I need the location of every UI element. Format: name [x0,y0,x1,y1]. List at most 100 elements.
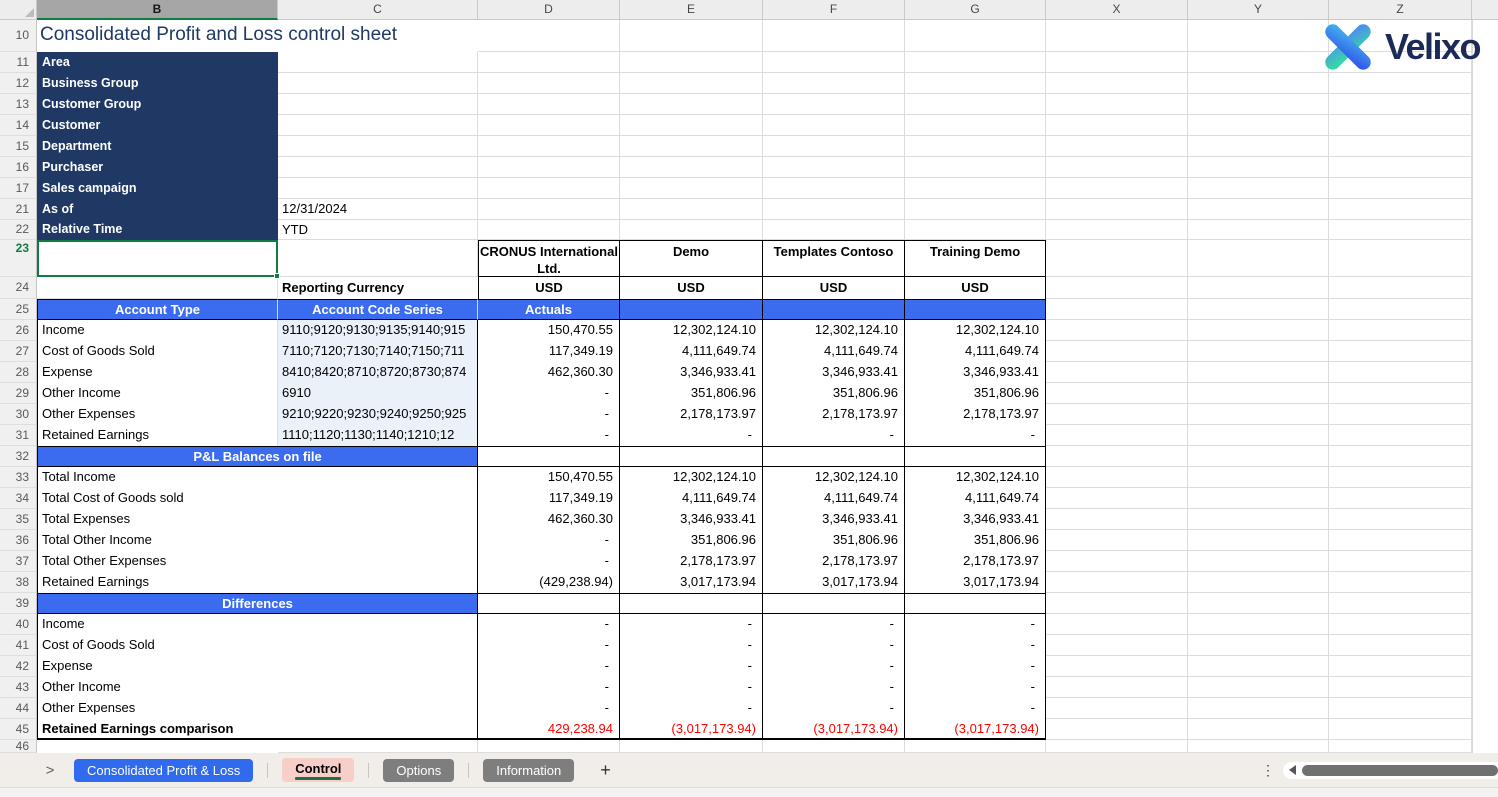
cell-empty[interactable] [763,20,905,52]
cell-empty[interactable] [1188,572,1329,593]
horizontal-scrollbar[interactable] [1283,762,1498,779]
cell-empty[interactable] [278,240,478,277]
account-type-cell[interactable]: Expense [37,362,278,383]
account-type-cell[interactable]: Income [37,320,278,341]
value-cell[interactable]: 3,346,933.41 [763,509,905,530]
value-cell[interactable]: 462,360.30 [478,509,620,530]
row-header-45[interactable]: 45 [0,719,37,740]
value-cell[interactable]: - [620,656,763,677]
cell-empty[interactable] [763,740,905,753]
cell-empty[interactable] [1046,157,1188,178]
cell-empty[interactable] [905,115,1046,136]
cell-empty[interactable] [478,178,620,199]
cell-empty[interactable] [620,94,763,115]
value-cell[interactable]: - [478,404,620,425]
row-header-27[interactable]: 27 [0,341,37,362]
cell-empty[interactable] [1188,614,1329,635]
cell-empty[interactable] [1329,446,1472,467]
cell-empty[interactable] [1046,572,1188,593]
value-cell[interactable]: 12,302,124.10 [620,320,763,341]
filter-cell-business-group[interactable]: Business Group [37,73,278,94]
difference-label-cell[interactable]: Other Expenses [37,698,478,719]
cell-empty[interactable] [1046,240,1188,277]
select-all-corner[interactable] [0,0,37,20]
value-cell[interactable]: 2,178,173.97 [763,404,905,425]
column-header-X[interactable]: X [1046,0,1188,20]
cell-empty[interactable] [1046,530,1188,551]
value-cell[interactable]: 351,806.96 [620,383,763,404]
currency-cell-templates-contoso[interactable]: USD [763,277,905,299]
cell-empty[interactable] [278,740,478,753]
cell-empty[interactable] [1188,656,1329,677]
value-cell[interactable]: 3,346,933.41 [905,362,1046,383]
value-cell[interactable]: - [763,698,905,719]
cell-empty[interactable] [1188,488,1329,509]
cell-empty[interactable] [905,157,1046,178]
cell-empty[interactable] [1329,240,1472,277]
value-cell[interactable]: 2,178,173.97 [620,551,763,572]
cell-empty[interactable] [278,52,478,73]
value-cell[interactable]: - [763,635,905,656]
value-cell[interactable]: - [478,635,620,656]
value-cell[interactable]: - [905,425,1046,446]
value-cell[interactable]: 12,302,124.10 [620,467,763,488]
cell-empty[interactable] [905,136,1046,157]
row-header-28[interactable]: 28 [0,362,37,383]
account-type-cell[interactable]: Cost of Goods Sold [37,341,278,362]
value-cell[interactable]: 2,178,173.97 [763,551,905,572]
param-value-as-of[interactable]: 12/31/2024 [278,199,478,220]
cell-empty[interactable] [1046,136,1188,157]
cell-empty[interactable] [1046,341,1188,362]
value-cell[interactable]: 462,360.30 [478,362,620,383]
sheet-tab-information[interactable]: Information [483,759,574,782]
sheet-title-cell[interactable]: Consolidated Profit and Loss control she… [37,20,478,52]
cell-empty[interactable] [620,157,763,178]
cell-empty[interactable] [1188,740,1329,753]
cell-empty[interactable] [1329,178,1472,199]
row-header-11[interactable]: 11 [0,52,37,73]
cell-empty[interactable] [478,52,620,73]
cell-empty[interactable] [478,157,620,178]
filter-cell-department[interactable]: Department [37,136,278,157]
cell-empty[interactable] [1329,719,1472,740]
cell-empty[interactable] [1046,383,1188,404]
account-codes-cell[interactable]: 8410;8420;8710;8720;8730;874 [278,362,478,383]
value-cell[interactable]: 12,302,124.10 [763,320,905,341]
value-cell-negative[interactable]: (3,017,173.94) [905,719,1046,740]
cell-empty[interactable] [1329,199,1472,220]
cell-empty[interactable] [478,136,620,157]
cell-empty[interactable] [1046,220,1188,240]
selected-cell-B23[interactable] [37,240,278,277]
account-codes-cell[interactable]: 6910 [278,383,478,404]
row-header-33[interactable]: 33 [0,467,37,488]
value-cell-negative[interactable]: (3,017,173.94) [620,719,763,740]
cell-empty[interactable] [1188,551,1329,572]
cell-empty[interactable] [1188,157,1329,178]
column-header-Z[interactable]: Z [1329,0,1472,20]
value-cell[interactable]: 351,806.96 [905,383,1046,404]
cell-empty[interactable] [763,136,905,157]
column-header-D[interactable]: D [478,0,620,20]
cell-empty[interactable] [1188,467,1329,488]
cell-empty[interactable] [1188,509,1329,530]
row-header-41[interactable]: 41 [0,635,37,656]
row-header-31[interactable]: 31 [0,425,37,446]
sheet-tab-control-active[interactable]: Control [282,758,354,782]
difference-label-cell[interactable]: Income [37,614,478,635]
cell-empty[interactable] [1046,740,1188,753]
cell-empty[interactable] [1046,614,1188,635]
value-cell[interactable]: 4,111,649.74 [905,341,1046,362]
cell-empty[interactable] [1188,220,1329,240]
value-cell[interactable]: 351,806.96 [763,383,905,404]
vertical-scrollbar[interactable] [1472,20,1498,753]
sheet-tab-options[interactable]: Options [383,759,454,782]
currency-cell-demo[interactable]: USD [620,277,763,299]
balances-section-header[interactable]: P&L Balances on file [37,446,478,467]
row-header-44[interactable]: 44 [0,698,37,719]
cell-empty[interactable] [1329,136,1472,157]
column-header-Y[interactable]: Y [1188,0,1329,20]
row-header-13[interactable]: 13 [0,94,37,115]
value-cell[interactable]: - [478,656,620,677]
filter-cell-sales-campaign[interactable]: Sales campaign [37,178,278,199]
value-cell[interactable]: 4,111,649.74 [620,488,763,509]
